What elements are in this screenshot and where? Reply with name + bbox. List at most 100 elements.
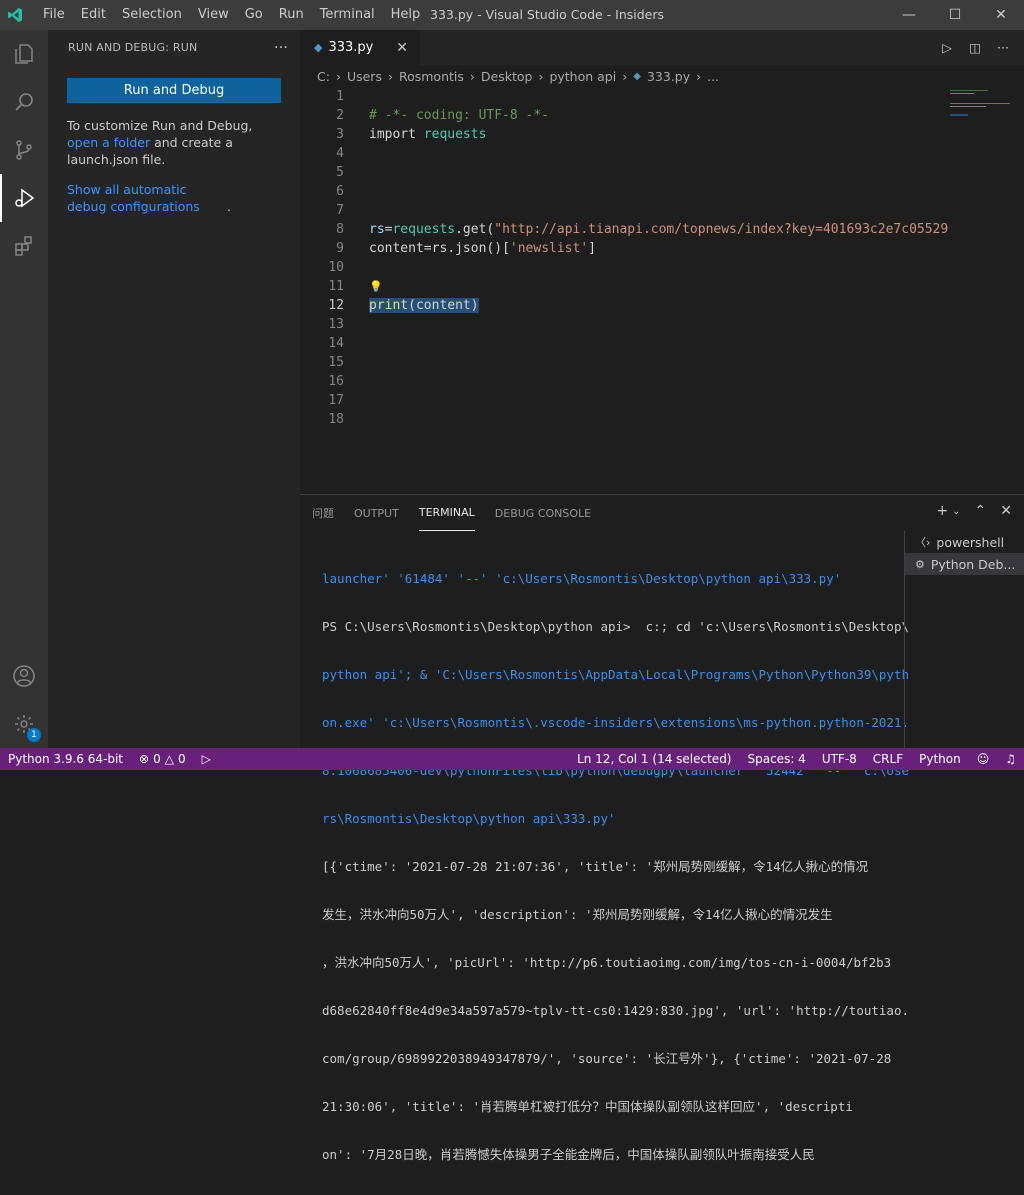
op-token: =rs.json()[ — [423, 241, 510, 256]
code-editor[interactable]: 1 2 # -*- coding: UTF-8 -*- 3 import reque… — [300, 87, 1024, 429]
show-debug-configs-link[interactable]: Show all automatic debug configurations — [67, 181, 227, 215]
cursor-position[interactable]: Ln 12, Col 1 (14 selected) — [569, 752, 739, 766]
close-icon[interactable]: ✕ — [978, 0, 1024, 30]
menu-go[interactable]: Go — [237, 0, 271, 30]
problems-indicator[interactable]: ⊗ 0 △ 0 — [131, 752, 194, 766]
code-line: 1 — [300, 87, 1024, 106]
vscode-logo-icon[interactable] — [0, 0, 30, 30]
tab-problems[interactable]: 问题 — [312, 495, 334, 531]
terminal-line: [{'ctime': '2021-07-28 21:07:36', 'title… — [322, 859, 869, 874]
explorer-icon[interactable] — [0, 30, 48, 78]
panel-actions: + ⌄ ⌃ ✕ — [936, 503, 1012, 519]
maximize-icon[interactable]: ☐ — [932, 0, 978, 30]
menu-help[interactable]: Help — [383, 0, 429, 30]
more-actions-icon[interactable]: ··· — [274, 40, 288, 56]
code-line: 10 — [300, 258, 1024, 277]
breadcrumb: C: › Users › Rosmontis › Desktop › python ap… — [300, 65, 1024, 87]
source-control-icon[interactable] — [0, 126, 48, 174]
tab-terminal[interactable]: TERMINAL — [418, 495, 475, 531]
var-token: content — [369, 241, 424, 256]
lightbulb-icon[interactable]: 💡 — [369, 280, 383, 293]
run-debug-icon[interactable] — [0, 174, 48, 222]
crumb-more[interactable]: ... — [707, 69, 719, 84]
chevron-right-icon: › — [469, 68, 475, 84]
terminal-line: PS C:\Users\Rosmontis\Desktop\python api… — [322, 619, 909, 634]
feedback-icon[interactable]: ☺ — [969, 752, 998, 766]
python-file-icon: ◆ — [633, 70, 641, 82]
open-folder-link[interactable]: open a folder — [67, 135, 150, 150]
line-number: 13 — [328, 317, 344, 332]
language-mode[interactable]: Python — [911, 752, 969, 766]
line-number: 5 — [336, 165, 344, 180]
terminal-icon: 〈› — [915, 536, 931, 549]
crumb-file[interactable]: 333.py — [647, 69, 690, 84]
menu-view[interactable]: View — [190, 0, 237, 30]
customize-text-a: To customize Run and Debug, — [67, 118, 253, 133]
activity-bar: 1 — [0, 30, 48, 748]
run-and-debug-button[interactable]: Run and Debug — [67, 78, 281, 103]
line-number: 4 — [336, 146, 344, 161]
chevron-right-icon: › — [696, 68, 702, 84]
keyword-token: import — [369, 127, 424, 142]
menu-edit[interactable]: Edit — [73, 0, 114, 30]
line-number: 1 — [336, 89, 344, 104]
crumb-folder[interactable]: python api — [549, 69, 616, 84]
module-token: requests — [423, 127, 487, 142]
terminal-line: launcher' '61484' '--' 'c:\Users\Rosmont… — [322, 571, 842, 586]
run-file-icon[interactable]: ▷ — [936, 40, 958, 55]
indentation[interactable]: Spaces: 4 — [740, 752, 814, 766]
tab-333-py[interactable]: ◆ 333.py ✕ — [300, 30, 420, 65]
account-icon[interactable] — [0, 652, 48, 700]
run-debug-sidebar: RUN AND DEBUG: RUN ··· Run and Debug To … — [48, 30, 300, 748]
terminal-item-powershell[interactable]: 〈› powershell — [905, 531, 1024, 553]
code-line: 2 # -*- coding: UTF-8 -*- — [300, 106, 1024, 125]
crumb-user[interactable]: Rosmontis — [399, 69, 464, 84]
search-icon[interactable] — [0, 78, 48, 126]
close-panel-icon[interactable]: ✕ — [1000, 503, 1012, 519]
crumb-desktop[interactable]: Desktop — [481, 69, 533, 84]
crumb-drive[interactable]: C: — [317, 69, 330, 84]
python-interpreter[interactable]: Python 3.9.6 64-bit — [0, 752, 131, 766]
chevron-down-icon[interactable]: ⌄ — [952, 506, 960, 519]
warning-count: 0 — [177, 752, 186, 766]
menu-selection[interactable]: Selection — [114, 0, 190, 30]
terminal-output[interactable]: launcher' '61484' '--' 'c:\Users\Rosmont… — [322, 539, 909, 1195]
code-line: 4 — [300, 144, 1024, 163]
notifications-bell-icon[interactable]: ♫ — [997, 752, 1024, 766]
line-number: 12 — [328, 298, 344, 313]
terminal-line: on': '7月28日晚，肖若腾憾失体操男子全能金牌后，中国体操队副领队叶振南接… — [322, 1147, 815, 1162]
code-line: 5 — [300, 163, 1024, 182]
extensions-icon[interactable] — [0, 222, 48, 270]
line-number: 10 — [328, 260, 344, 275]
minimize-icon[interactable]: — — [886, 0, 932, 30]
python-file-icon: ◆ — [314, 41, 323, 54]
split-editor-icon[interactable]: ◫ — [964, 40, 986, 55]
tab-debug-console[interactable]: DEBUG CONSOLE — [495, 495, 591, 531]
editor-actions: ▷ ◫ ··· — [936, 40, 1024, 55]
menu-file[interactable]: File — [35, 0, 73, 30]
menu-terminal[interactable]: Terminal — [312, 0, 383, 30]
line-ending[interactable]: CRLF — [865, 752, 911, 766]
code-line: 12 print(content) — [300, 296, 1024, 315]
encoding[interactable]: UTF-8 — [814, 752, 865, 766]
crumb-users[interactable]: Users — [347, 69, 382, 84]
new-terminal-icon[interactable]: + — [936, 503, 948, 519]
status-right: Ln 12, Col 1 (14 selected) Spaces: 4 UTF… — [569, 752, 1024, 766]
terminal-item-python-debug[interactable]: ⚙ Python Deb... — [905, 553, 1024, 575]
code-line: 8 rs=requests.get("http://api.tianapi.com… — [300, 220, 1024, 239]
error-icon: ⊗ — [139, 752, 150, 766]
close-tab-icon[interactable]: ✕ — [396, 40, 408, 56]
title-bar: File Edit Selection View Go Run Terminal… — [0, 0, 1024, 30]
debug-launch-icon[interactable]: ▷ — [194, 752, 219, 766]
chevron-up-icon[interactable]: ⌃ — [975, 503, 987, 519]
settings-gear-icon[interactable]: 1 — [0, 700, 48, 748]
tab-output[interactable]: OUTPUT — [354, 495, 399, 531]
minimap[interactable] — [944, 87, 1024, 494]
terminal-list: 〈› powershell ⚙ Python Deb... — [904, 531, 1024, 749]
more-icon[interactable]: ··· — [992, 40, 1014, 55]
terminal-line: ，洪水冲向50万人', 'picUrl': 'http://p6.toutiao… — [322, 955, 892, 970]
menu-run[interactable]: Run — [271, 0, 312, 30]
code-line: 15 — [300, 353, 1024, 372]
code-line: 6 — [300, 182, 1024, 201]
string-token: 'newslist' — [509, 241, 589, 256]
